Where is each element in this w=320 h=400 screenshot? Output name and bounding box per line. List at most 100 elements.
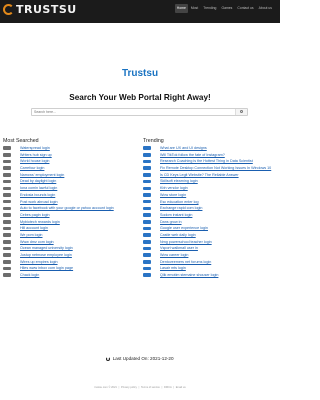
list-item: Nmg powerschool teacher login <box>143 240 277 246</box>
list-item-link[interactable]: Www dmz com login <box>20 240 54 244</box>
list-item-link[interactable]: Narrows' employment login <box>20 173 64 177</box>
search-bar <box>31 108 248 116</box>
list-item-link[interactable]: We pom login <box>20 233 42 237</box>
footer-link-dmca[interactable]: DMCA <box>164 386 172 389</box>
page-headline: Search Your Web Portal Right Away! <box>69 93 211 102</box>
list-item-link[interactable]: Google user experience login <box>160 226 208 230</box>
most-searched-list: Waterspread login Writers hub sign up Worl… <box>3 146 135 280</box>
list-item-link[interactable]: Nmg powerschool teacher login <box>160 240 212 244</box>
list-item: Is CD Keys Legit Website? The Reliable A… <box>143 173 277 179</box>
nav-trending[interactable]: Trending <box>201 4 218 13</box>
list-item: Research Coaching is the Hottest Thing i… <box>143 159 277 165</box>
count-badge <box>143 179 151 184</box>
list-item: Dentoveemers net forums login <box>143 260 277 266</box>
list-item-link[interactable]: Kbh vendor login <box>160 186 188 190</box>
top-navbar: TRUSTSU Home Most Trending Games Contact… <box>0 0 280 23</box>
count-badge <box>143 266 151 271</box>
list-item-link[interactable]: Fix Remote Desktop Connection Not Workin… <box>160 166 271 170</box>
most-searched-heading: Most Searched <box>3 138 39 144</box>
list-item-link[interactable]: World house login <box>20 159 49 163</box>
list-item-link[interactable]: Cebes pagin login <box>20 213 50 217</box>
list-item-link[interactable]: Is CD Keys Legit Website? The Reliable A… <box>160 173 239 177</box>
search-icon <box>240 110 243 113</box>
list-item-link[interactable]: Ocean managed university login <box>20 246 73 250</box>
count-badge <box>143 186 151 191</box>
nav-most[interactable]: Most <box>189 4 200 13</box>
nav-about[interactable]: About us <box>257 4 274 13</box>
count-badge <box>143 246 151 251</box>
list-item: Kbh vendor login <box>143 186 277 192</box>
list-item-link[interactable]: Waterspread login <box>20 146 50 150</box>
list-item-link[interactable]: Endosia bounds login <box>20 193 55 197</box>
list-item: Carrefour login <box>3 166 135 172</box>
list-item: World house login <box>3 159 135 165</box>
list-item: Exchange rapid com login <box>143 206 277 212</box>
list-item: Google user experience login <box>143 226 277 232</box>
count-badge <box>143 219 151 224</box>
list-item-link[interactable]: Wow store login <box>160 193 186 197</box>
list-item-link[interactable]: Hiles www inbox com login page <box>20 266 73 270</box>
list-item: Lasair mts login <box>143 266 277 272</box>
list-item-link[interactable]: Lasair mts login <box>160 266 186 270</box>
trending-heading: Trending <box>143 138 164 144</box>
list-item-link[interactable]: Writers hub sign up <box>20 153 52 157</box>
footer-copyright: trustsu.com © 2021 <box>94 386 117 389</box>
list-item-link[interactable]: Post work abroad login <box>20 200 58 204</box>
list-item-link[interactable]: Will TikTok follow the fate of Instagram… <box>160 153 225 157</box>
count-badge <box>3 226 11 231</box>
list-item-link[interactable]: Chack login <box>20 273 39 277</box>
list-item: Ocean managed university login <box>3 246 135 252</box>
site-logo[interactable]: TRUSTSU <box>3 3 76 19</box>
list-item-link[interactable]: Dentoveemers net forums login <box>160 260 211 264</box>
main-nav: Home Most Trending Games Contact us Abou… <box>174 4 274 13</box>
refresh-icon <box>106 356 111 361</box>
list-item-link[interactable]: Research Coaching is the Hottest Thing i… <box>160 159 253 163</box>
list-item-link[interactable]: Justup netmose employee login <box>20 253 72 257</box>
count-badge <box>3 240 11 244</box>
list-item-link[interactable]: Dead by daylight login <box>20 179 56 183</box>
list-item-link[interactable]: Esc education enter log <box>160 200 199 204</box>
list-item-link[interactable]: Auto to facebook with your google or yah… <box>20 206 114 210</box>
list-item-link[interactable]: Mybiotech rewards login <box>20 220 60 224</box>
list-item-link[interactable]: Castle web daily login <box>160 233 196 237</box>
list-item-link[interactable]: Wires up empires login <box>20 260 58 264</box>
list-item: Justup netmose employee login <box>3 253 135 259</box>
list-item-link[interactable]: Qlik emotim stemaine shouser login <box>160 273 218 277</box>
list-item-link[interactable]: Hill account login <box>20 226 48 230</box>
count-badge <box>143 213 151 217</box>
list-item: Hiles www inbox com login page <box>3 266 135 272</box>
list-item-link[interactable]: Skillsoft elearning login <box>160 179 198 183</box>
nav-games[interactable]: Games <box>219 4 234 13</box>
count-badge <box>143 159 151 164</box>
logo-arc-icon <box>3 4 14 15</box>
count-badge <box>3 273 11 278</box>
nav-home[interactable]: Home <box>174 4 188 13</box>
list-item-link[interactable]: Wow career login <box>160 253 188 257</box>
count-badge <box>3 266 11 271</box>
list-item-link[interactable]: Iona comin lawful login <box>20 186 57 190</box>
list-item-link[interactable]: What are UX and UI designs <box>160 146 207 150</box>
list-item: Skillsoft elearning login <box>143 179 277 185</box>
list-item-link[interactable]: Sodom instant login <box>160 213 192 217</box>
list-item-link[interactable]: Vsport walkmall user in <box>160 246 198 250</box>
footer-note[interactable]: Email us <box>176 386 186 389</box>
search-button[interactable] <box>235 109 247 115</box>
list-item-link[interactable]: Carrefour login <box>20 166 44 170</box>
list-item: Narrows' employment login <box>3 173 135 179</box>
list-item-link[interactable]: Exchange rapid com login <box>160 206 202 210</box>
search-input[interactable] <box>34 109 234 115</box>
count-badge <box>143 253 151 257</box>
list-item-link[interactable]: Dans grow in <box>160 220 182 224</box>
footer-link-privacy[interactable]: Privacy policy <box>121 386 137 389</box>
footer-link-terms[interactable]: Terms of service <box>141 386 160 389</box>
count-badge <box>143 240 151 244</box>
count-badge <box>143 226 151 231</box>
nav-contact[interactable]: Contact us <box>235 4 255 13</box>
logo-text: TRUSTSU <box>16 3 77 16</box>
list-item: Dead by daylight login <box>3 179 135 185</box>
last-updated-label: Last Updated On: <box>112 356 149 361</box>
count-badge <box>3 260 11 264</box>
count-badge <box>143 206 151 211</box>
list-item: Endosia bounds login <box>3 193 135 199</box>
list-item: Writers hub sign up <box>3 153 135 159</box>
